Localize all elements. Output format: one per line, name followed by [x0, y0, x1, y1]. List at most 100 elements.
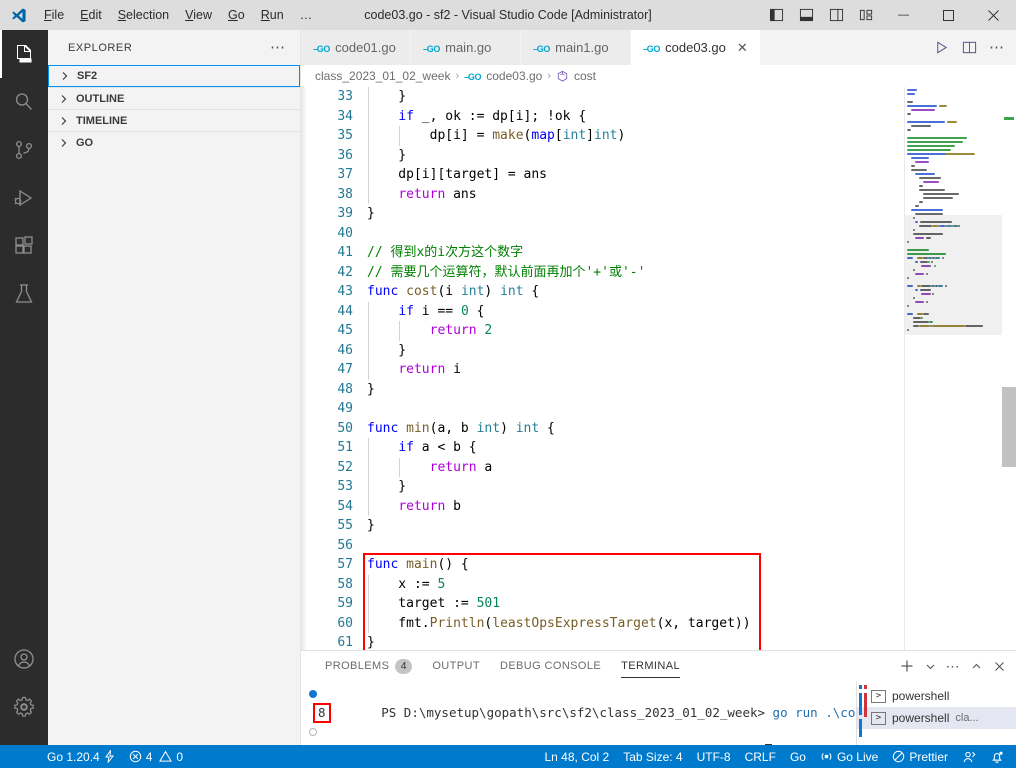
status-cursor-position[interactable]: Ln 48, Col 2: [538, 745, 617, 768]
scrollbar-thumb[interactable]: [1002, 387, 1016, 467]
tab-code01-go[interactable]: GO code01.go: [301, 30, 411, 65]
code-line-text: x := 5: [367, 576, 446, 592]
status-eol[interactable]: CRLF: [738, 745, 783, 768]
breadcrumb-folder[interactable]: class_2023_01_02_week: [315, 69, 450, 83]
tab-code03-go[interactable]: GO code03.go ✕: [631, 30, 761, 65]
activity-item-extensions[interactable]: [0, 222, 48, 270]
status-go-version[interactable]: Go 1.20.4: [40, 745, 122, 768]
terminal-list-sublabel: cla...: [955, 712, 979, 724]
terminal-list-label: powershell: [892, 711, 950, 725]
menu-more[interactable]: …: [292, 4, 321, 26]
minimap-line: [907, 93, 915, 95]
breadcrumb[interactable]: class_2023_01_02_week › GO code03.go › c…: [301, 65, 1016, 87]
close-button[interactable]: [971, 0, 1016, 30]
activity-item-source-control[interactable]: [0, 126, 48, 174]
toggle-primary-sidebar-icon[interactable]: [761, 0, 791, 30]
sidebar-section-sf2[interactable]: SF2: [48, 65, 300, 87]
status-prettier[interactable]: Prettier: [885, 745, 955, 768]
activity-item-search[interactable]: [0, 78, 48, 126]
activity-item-testing[interactable]: [0, 270, 48, 318]
activity-item-accounts[interactable]: [0, 635, 48, 683]
line-number: 33: [337, 89, 353, 104]
minimap-line: [911, 169, 927, 171]
line-number: 34: [337, 108, 353, 124]
minimap-line: [923, 181, 939, 183]
menu-view[interactable]: View: [177, 4, 220, 26]
line-number: 52: [337, 459, 353, 475]
minimap[interactable]: [904, 87, 1002, 650]
toggle-secondary-sidebar-icon[interactable]: [821, 0, 851, 30]
line-number: 42: [337, 264, 353, 280]
panel-tab-debug-console[interactable]: DEBUG CONSOLE: [490, 651, 611, 681]
chevron-down-icon[interactable]: [919, 655, 941, 677]
code-line-text: }: [367, 381, 375, 397]
panel-tab-terminal[interactable]: TERMINAL: [611, 651, 690, 681]
editor-vertical-scrollbar[interactable]: [1002, 87, 1016, 650]
menu-file[interactable]: File: [36, 4, 72, 26]
sidebar-title: EXPLORER: [68, 41, 133, 54]
chevron-right-icon: [57, 68, 73, 84]
toggle-panel-icon[interactable]: [791, 0, 821, 30]
program-output-highlight: 8: [313, 703, 331, 723]
sidebar-section-go[interactable]: GO: [48, 131, 300, 153]
status-problems[interactable]: 4 0: [122, 745, 190, 768]
minimap-line: [911, 209, 943, 211]
panel-tab-problems[interactable]: PROBLEMS 4: [315, 651, 422, 681]
run-debug-icon: [12, 186, 36, 210]
terminal-line: PS D:\mysetup\gopath\src\sf2\class_2023_…: [307, 684, 908, 720]
status-notifications[interactable]: [983, 745, 1016, 768]
error-icon: [129, 750, 142, 763]
activity-item-explorer[interactable]: [0, 30, 48, 78]
line-number: 41: [337, 245, 353, 260]
breadcrumb-file[interactable]: code03.go: [486, 69, 542, 83]
minimap-slider[interactable]: [905, 215, 1002, 335]
status-label: CRLF: [744, 749, 776, 764]
code-line-text: dp[i][target] = ans: [367, 167, 548, 182]
ellipsis-icon[interactable]: ⋯: [270, 40, 286, 55]
tab-main-go[interactable]: GO main.go: [411, 30, 521, 65]
panel-tab-output[interactable]: OUTPUT: [422, 651, 490, 681]
bottom-panel: PROBLEMS 4 OUTPUT DEBUG CONSOLE TERMINAL: [301, 650, 1016, 758]
line-number: 49: [337, 401, 353, 416]
new-terminal-icon[interactable]: [896, 655, 918, 677]
editor-tab-bar: GO code01.go GO main.go GO main1.go GO c…: [301, 30, 1016, 65]
more-actions-icon[interactable]: ⋯: [984, 35, 1010, 61]
terminal-list-item-powershell-class[interactable]: > powershell cla...: [857, 707, 1016, 729]
minimap-line: [907, 129, 911, 131]
activity-item-run-and-debug[interactable]: [0, 174, 48, 222]
menu-go[interactable]: Go: [220, 4, 253, 26]
status-go-live[interactable]: Go Live: [813, 745, 885, 768]
menu-bar[interactable]: File Edit Selection View Go Run …: [36, 0, 320, 30]
tab-main1-go[interactable]: GO main1.go: [521, 30, 631, 65]
line-number: 40: [337, 225, 353, 241]
go-file-icon: GO: [313, 44, 331, 54]
go-file-icon: GO: [533, 44, 551, 54]
sidebar-section-label: OUTLINE: [76, 92, 125, 105]
code-editor[interactable]: 33 } 34 if _, ok := dp[i]; !ok {35 dp[i] …: [301, 87, 1016, 650]
minimize-button[interactable]: —: [881, 0, 926, 30]
bell-icon: [990, 750, 1004, 764]
sidebar-section-outline[interactable]: OUTLINE: [48, 87, 300, 109]
run-code-icon[interactable]: [928, 35, 954, 61]
menu-run[interactable]: Run: [253, 4, 292, 26]
customize-layout-icon[interactable]: [851, 0, 881, 30]
split-editor-icon[interactable]: [956, 35, 982, 61]
breadcrumb-symbol[interactable]: cost: [574, 69, 596, 83]
terminal-list-item-powershell[interactable]: > powershell: [857, 685, 1016, 707]
more-actions-icon[interactable]: ⋯: [942, 655, 964, 677]
status-language-mode[interactable]: Go: [783, 745, 813, 768]
sidebar-section-timeline[interactable]: TIMELINE: [48, 109, 300, 131]
maximize-panel-icon[interactable]: [965, 655, 987, 677]
close-icon[interactable]: ✕: [737, 41, 748, 54]
terminal-list-label: powershell: [892, 689, 950, 703]
activity-item-manage[interactable]: [0, 683, 48, 731]
status-feedback[interactable]: [955, 745, 983, 768]
menu-edit[interactable]: Edit: [72, 4, 110, 26]
maximize-button[interactable]: [926, 0, 971, 30]
menu-selection[interactable]: Selection: [110, 4, 177, 26]
status-encoding[interactable]: UTF-8: [690, 745, 738, 768]
terminal-output[interactable]: PS D:\mysetup\gopath\src\sf2\class_2023_…: [301, 681, 908, 758]
line-number: 37: [337, 167, 353, 182]
close-panel-icon[interactable]: [988, 655, 1010, 677]
status-indentation[interactable]: Tab Size: 4: [616, 745, 689, 768]
